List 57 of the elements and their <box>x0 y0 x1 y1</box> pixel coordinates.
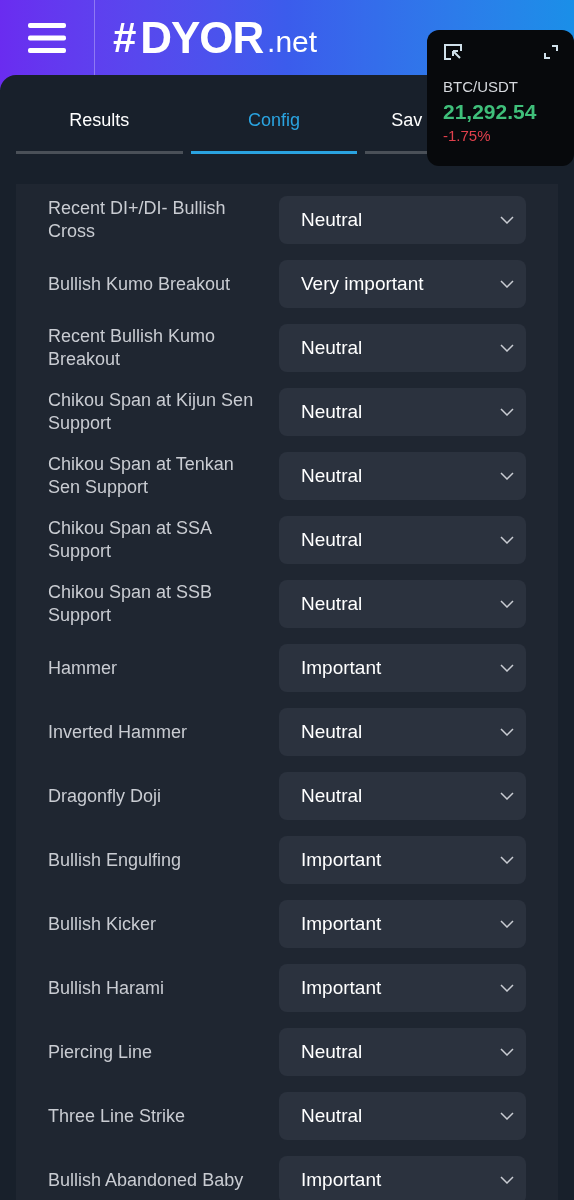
setting-label: Hammer <box>48 656 118 680</box>
menu-icon[interactable] <box>28 21 66 54</box>
price-change: -1.75% <box>443 125 491 146</box>
importance-dropdown[interactable]: Neutral <box>279 772 526 820</box>
importance-dropdown[interactable]: Important <box>279 900 526 948</box>
importance-dropdown[interactable]: Neutral <box>279 1028 526 1076</box>
importance-dropdown[interactable]: Neutral <box>279 452 526 500</box>
tab[interactable]: Results <box>69 90 130 151</box>
chevron-down-icon <box>500 280 514 288</box>
setting-label: Bullish Engulfing <box>48 848 183 872</box>
chevron-down-icon <box>500 408 514 416</box>
chevron-down-icon <box>500 600 514 608</box>
importance-dropdown[interactable]: Neutral <box>279 516 526 564</box>
expand-icon[interactable] <box>544 45 558 59</box>
chevron-down-icon <box>500 856 514 864</box>
importance-dropdown[interactable]: Neutral <box>279 196 526 244</box>
importance-dropdown[interactable]: Neutral <box>279 708 526 756</box>
setting-label: Recent DI+/DI- Bullish Cross <box>48 197 227 243</box>
chevron-down-icon <box>500 472 514 480</box>
chevron-down-icon <box>500 920 514 928</box>
importance-dropdown[interactable]: Neutral <box>279 1092 526 1140</box>
price: 21,292.54 <box>443 98 537 125</box>
setting-label: Bullish Abandoned Baby <box>48 1168 245 1192</box>
setting-label: Chikou Span at Kijun Sen Support <box>48 389 255 435</box>
importance-dropdown[interactable]: Important <box>279 1156 526 1200</box>
setting-label: Chikou Span at SSA Support <box>48 517 213 563</box>
importance-dropdown[interactable]: Neutral <box>279 580 526 628</box>
chevron-down-icon <box>500 536 514 544</box>
chevron-down-icon <box>500 216 514 224</box>
importance-dropdown[interactable]: Neutral <box>279 324 526 372</box>
setting-label: Inverted Hammer <box>48 720 189 744</box>
setting-label: Piercing Line <box>48 1040 154 1064</box>
setting-label: Three Line Strike <box>48 1104 187 1128</box>
chevron-down-icon <box>500 792 514 800</box>
setting-label: Chikou Span at Tenkan Sen Support <box>48 453 235 499</box>
importance-dropdown[interactable]: Very important <box>279 260 526 308</box>
importance-dropdown[interactable]: Neutral <box>279 388 526 436</box>
setting-label: Bullish Harami <box>48 976 166 1000</box>
chevron-down-icon <box>500 1112 514 1120</box>
setting-label: Recent Bullish Kumo Breakout <box>48 325 217 371</box>
chevron-down-icon <box>500 344 514 352</box>
chevron-down-icon <box>500 984 514 992</box>
importance-dropdown[interactable]: Important <box>279 836 526 884</box>
setting-label: Bullish Kicker <box>48 912 158 936</box>
chevron-down-icon <box>500 1176 514 1184</box>
setting-label: Bullish Kumo Breakout <box>48 272 232 296</box>
tab[interactable]: Sav <box>391 90 423 151</box>
setting-label: Dragonfly Doji <box>48 784 163 808</box>
chevron-down-icon <box>500 728 514 736</box>
chevron-down-icon <box>500 664 514 672</box>
chevron-down-icon <box>500 1048 514 1056</box>
trading-pair: BTC/USDT <box>443 77 518 97</box>
setting-label: Chikou Span at SSB Support <box>48 581 214 627</box>
picture-in-picture-icon[interactable] <box>443 43 463 61</box>
importance-dropdown[interactable]: Important <box>279 964 526 1012</box>
importance-dropdown[interactable]: Important <box>279 644 526 692</box>
tab[interactable]: Config <box>248 90 300 151</box>
